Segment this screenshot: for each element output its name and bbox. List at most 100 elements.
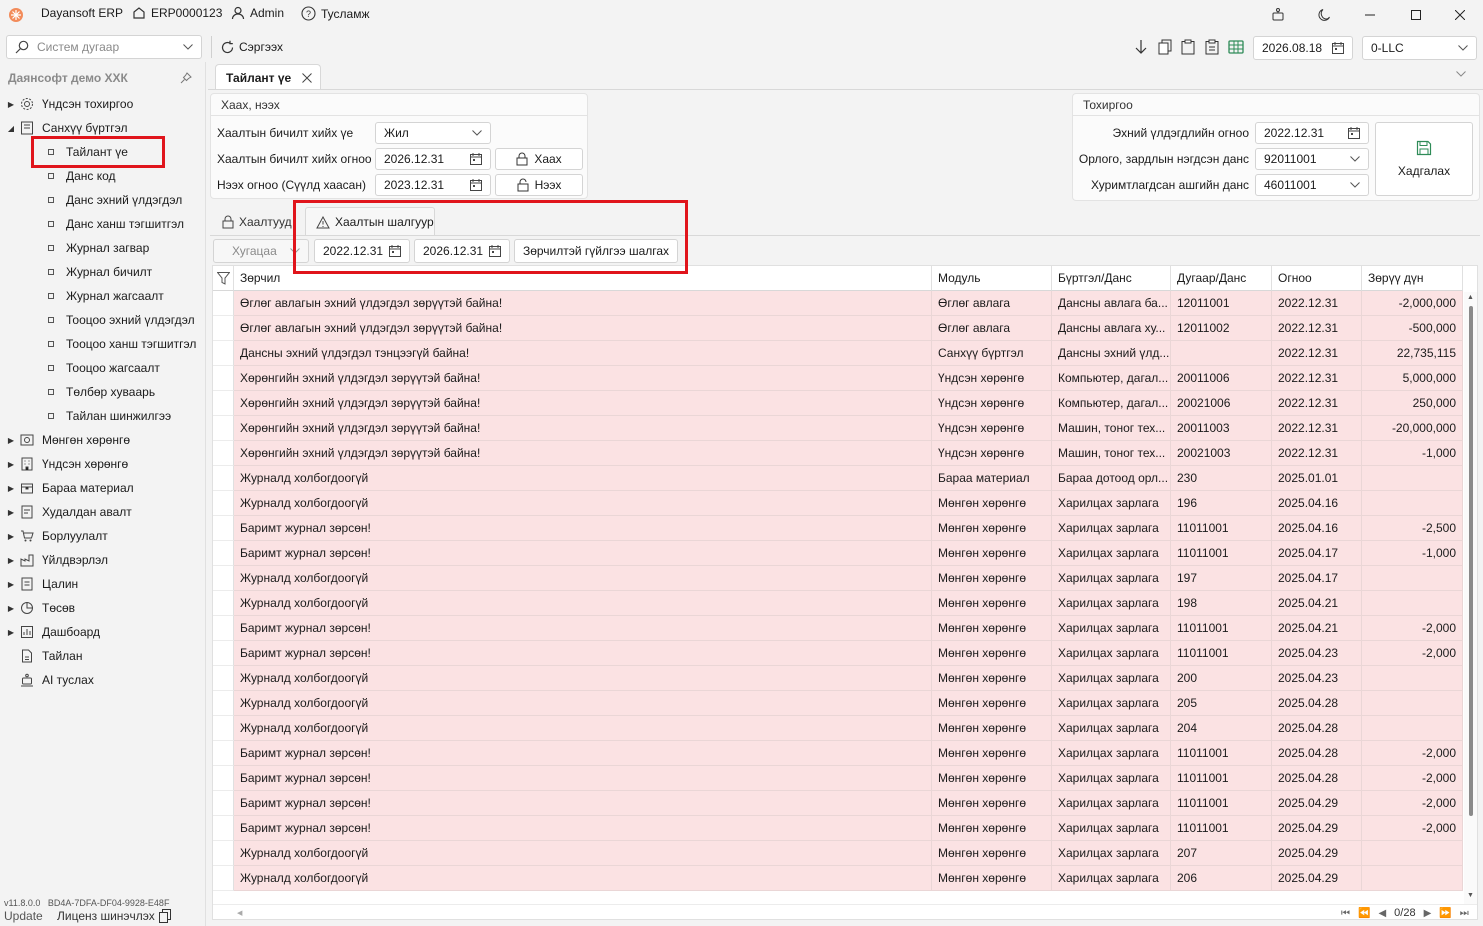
row-selector[interactable] (213, 666, 234, 691)
row-selector[interactable] (213, 441, 234, 466)
row-selector[interactable] (213, 816, 234, 841)
collapsed-arrow-icon[interactable]: ▶ (4, 604, 18, 613)
row-selector[interactable] (213, 516, 234, 541)
row-selector[interactable] (213, 466, 234, 491)
table-row[interactable]: Хөрөнгийн эхний үлдэгдэл зөрүүтэй байна!… (213, 366, 1463, 391)
sidebar-subitem[interactable]: Тайлан шинжилгээ (48, 404, 171, 428)
collapsed-arrow-icon[interactable]: ▶ (4, 100, 18, 109)
sidebar-subitem[interactable]: Тооцоо эхний үлдэгдэл (48, 308, 195, 332)
system-number-search[interactable]: Систем дугаар (6, 35, 202, 59)
sidebar-item-money[interactable]: ▶ Мөнгөн хөрөнгө (0, 428, 130, 452)
minimize-button[interactable] (1347, 0, 1393, 30)
tab-reporting-period[interactable]: Тайлант үе (215, 64, 321, 90)
column-header[interactable]: Дугаар/Данс (1171, 266, 1272, 291)
scroll-down-icon[interactable]: ▼ (1467, 892, 1474, 899)
refresh-button[interactable]: Сэргээх (220, 37, 283, 57)
filter-toggle[interactable] (213, 266, 234, 291)
column-header[interactable]: Бүртгэл/Данс (1052, 266, 1171, 291)
vertical-scrollbar[interactable]: ▲ ▼ (1464, 292, 1477, 904)
column-header[interactable]: Огноо (1272, 266, 1362, 291)
open-period-button[interactable]: Нээх (495, 174, 583, 196)
table-row[interactable]: Журналд холбогдоогүй Мөнгөн хөрөнгө Харилц… (213, 491, 1463, 516)
row-selector[interactable] (213, 341, 234, 366)
row-selector[interactable] (213, 416, 234, 441)
collapsed-arrow-icon[interactable]: ▶ (4, 532, 18, 541)
maximize-button[interactable] (1393, 0, 1439, 30)
close-window-button[interactable] (1437, 0, 1483, 30)
table-row[interactable]: Журналд холбогдоогүй Мөнгөн хөрөнгө Харилц… (213, 866, 1463, 891)
save-button[interactable]: Хадгалах (1375, 122, 1473, 196)
help-menu[interactable]: ? Тусламж (301, 6, 369, 21)
table-row[interactable]: Баримт журнал зөрсөн! Мөнгөн хөрөнгө Харил… (213, 641, 1463, 666)
user-menu[interactable]: Admin (231, 6, 284, 20)
collapsed-arrow-icon[interactable]: ▶ (4, 508, 18, 517)
license-button[interactable]: Лиценз шинэчлэх (57, 909, 171, 923)
first-page-icon[interactable]: ⏮ (1341, 908, 1350, 919)
row-selector[interactable] (213, 866, 234, 891)
row-selector[interactable] (213, 716, 234, 741)
closing-date-field[interactable]: 2026.12.31 (375, 148, 491, 170)
sidebar-item-salary[interactable]: ▶ Цалин (0, 572, 78, 596)
next-page-icon[interactable]: ▶ (1424, 908, 1432, 919)
table-row[interactable]: Журналд холбогдоогүй Мөнгөн хөрөнгө Харилц… (213, 666, 1463, 691)
prev-page-group-icon[interactable]: ⏪ (1358, 908, 1370, 919)
table-row[interactable]: Баримт журнал зөрсөн! Мөнгөн хөрөнгө Харил… (213, 816, 1463, 841)
copy-button[interactable] (1158, 39, 1172, 55)
table-row[interactable]: Баримт журнал зөрсөн! Мөнгөн хөрөнгө Харил… (213, 616, 1463, 641)
row-selector[interactable] (213, 741, 234, 766)
table-row[interactable]: Журналд холбогдоогүй Мөнгөн хөрөнгө Харилц… (213, 591, 1463, 616)
company-select[interactable]: 0-LLC (1362, 36, 1477, 60)
table-row[interactable]: Өглөг авлагын эхний үлдэгдэл зөрүүтэй ба… (213, 291, 1463, 316)
table-row[interactable]: Баримт журнал зөрсөн! Мөнгөн хөрөнгө Харил… (213, 541, 1463, 566)
update-link[interactable]: Update (4, 909, 43, 923)
row-selector[interactable] (213, 541, 234, 566)
table-row[interactable]: Журналд холбогдоогүй Мөнгөн хөрөнгө Харилц… (213, 841, 1463, 866)
row-selector[interactable] (213, 691, 234, 716)
column-header[interactable]: Модуль (932, 266, 1052, 291)
download-button[interactable] (1134, 39, 1148, 55)
collapsed-arrow-icon[interactable]: ▶ (4, 484, 18, 493)
opening-date-field[interactable]: 2022.12.31 (1255, 122, 1369, 144)
sidebar-item-purchase[interactable]: ▶ Худалдан авалт (0, 500, 132, 524)
last-page-icon[interactable]: ⏭ (1460, 908, 1469, 919)
sidebar-subitem[interactable]: Данс ханш тэгшитгэл (48, 212, 184, 236)
collapsed-arrow-icon[interactable]: ▶ (4, 628, 18, 637)
sidebar-item-gear[interactable]: ▶ Үндсэн тохиргоо (0, 92, 133, 116)
scrollbar-thumb[interactable] (1469, 306, 1473, 816)
excel-button[interactable] (1228, 39, 1244, 55)
collapsed-arrow-icon[interactable]: ▶ (4, 580, 18, 589)
row-selector[interactable] (213, 641, 234, 666)
table-row[interactable]: Баримт журнал зөрсөн! Мөнгөн хөрөнгө Харил… (213, 766, 1463, 791)
row-selector[interactable] (213, 291, 234, 316)
erp-code[interactable]: ERP0000123 (132, 6, 222, 20)
sidebar-subitem[interactable]: Данс эхний үлдэгдэл (48, 188, 182, 212)
global-date-field[interactable]: 2026.08.18 (1253, 36, 1353, 60)
sidebar-item-dashboard[interactable]: ▶ Дашбоард (0, 620, 100, 644)
sidebar-subitem[interactable]: Журнал загвар (48, 236, 149, 260)
row-selector[interactable] (213, 766, 234, 791)
row-selector[interactable] (213, 591, 234, 616)
tab-closings[interactable]: Хаалтууд (222, 210, 292, 234)
scroll-left-icon[interactable]: ◀ (237, 909, 242, 917)
prev-page-icon[interactable]: ◀ (1378, 908, 1386, 919)
assistant-button[interactable] (1255, 0, 1301, 30)
expanded-arrow-icon[interactable]: ◢ (4, 124, 18, 133)
paste-special-button[interactable] (1205, 39, 1219, 55)
row-selector[interactable] (213, 391, 234, 416)
row-selector[interactable] (213, 841, 234, 866)
scroll-up-icon[interactable]: ▲ (1467, 294, 1474, 301)
table-row[interactable]: Хөрөнгийн эхний үлдэгдэл зөрүүтэй байна!… (213, 416, 1463, 441)
sidebar-subitem[interactable]: Журнал бичилт (48, 260, 152, 284)
row-selector[interactable] (213, 491, 234, 516)
table-row[interactable]: Баримт журнал зөрсөн! Мөнгөн хөрөнгө Харил… (213, 741, 1463, 766)
open-date-field[interactable]: 2023.12.31 (375, 174, 491, 196)
sidebar-item-factory[interactable]: ▶ Үйлдвэрлэл (0, 548, 108, 572)
retained-earnings-select[interactable]: 46011001 (1255, 174, 1369, 196)
income-account-select[interactable]: 92011001 (1255, 148, 1369, 170)
column-header[interactable]: Зөрүү дүн (1362, 266, 1463, 291)
row-selector[interactable] (213, 566, 234, 591)
sidebar-item-cart[interactable]: ▶ Борлуулалт (0, 524, 108, 548)
closing-period-select[interactable]: Жил (375, 122, 491, 144)
pin-button[interactable] (180, 72, 192, 84)
sidebar-item-assistant[interactable]: AI туслах (0, 668, 94, 692)
